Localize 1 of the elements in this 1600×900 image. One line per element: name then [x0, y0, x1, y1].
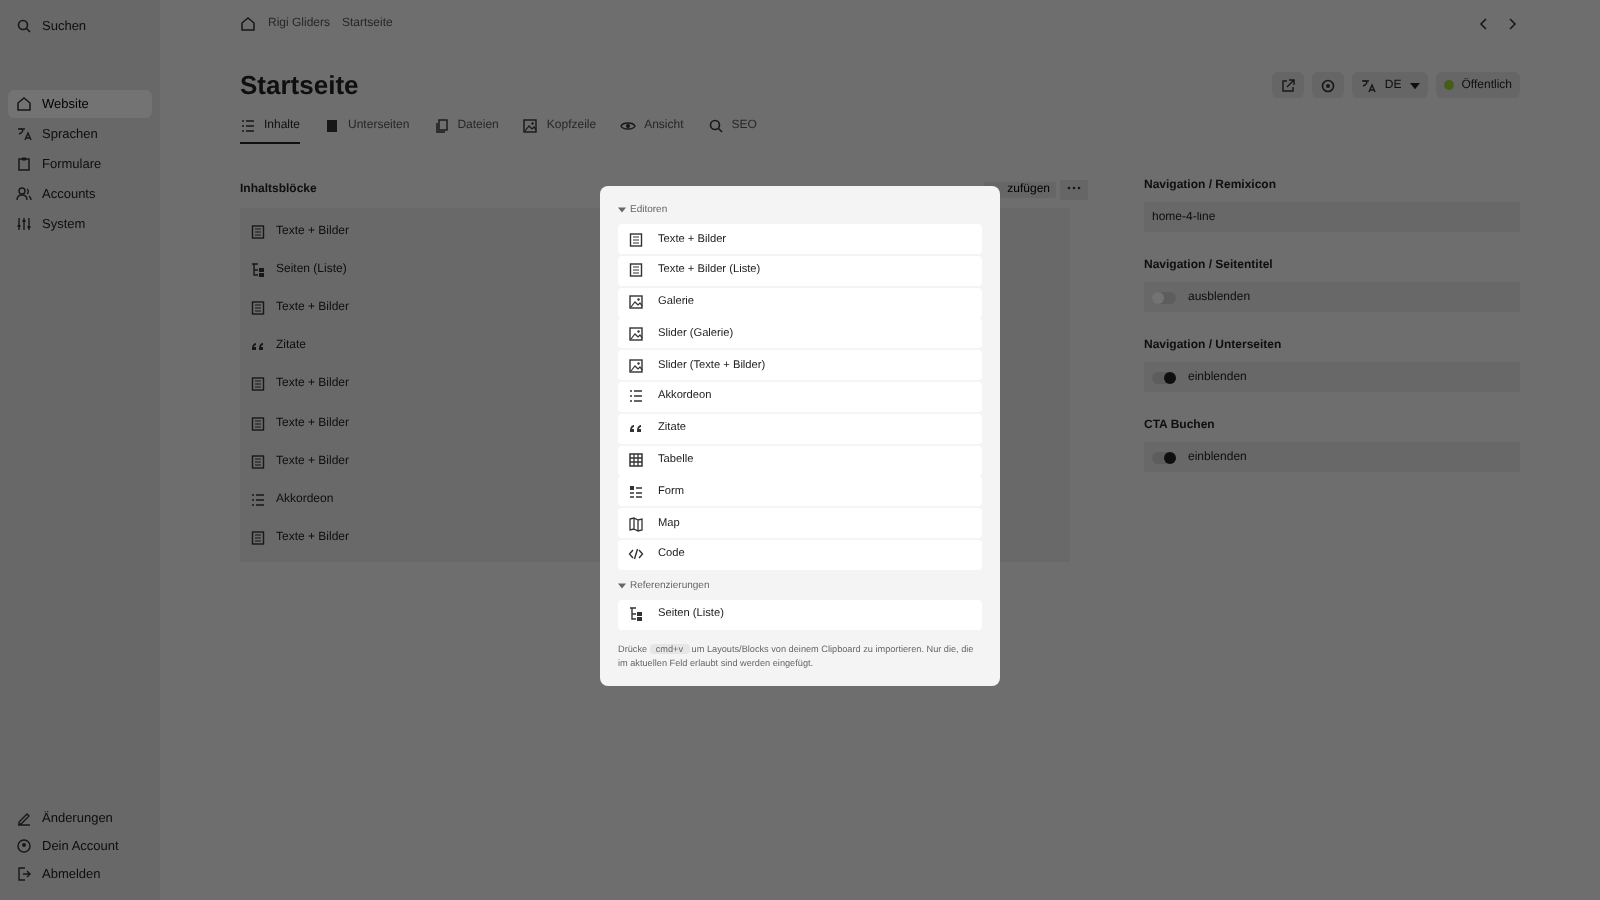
page-title: Startseite — [240, 70, 359, 100]
